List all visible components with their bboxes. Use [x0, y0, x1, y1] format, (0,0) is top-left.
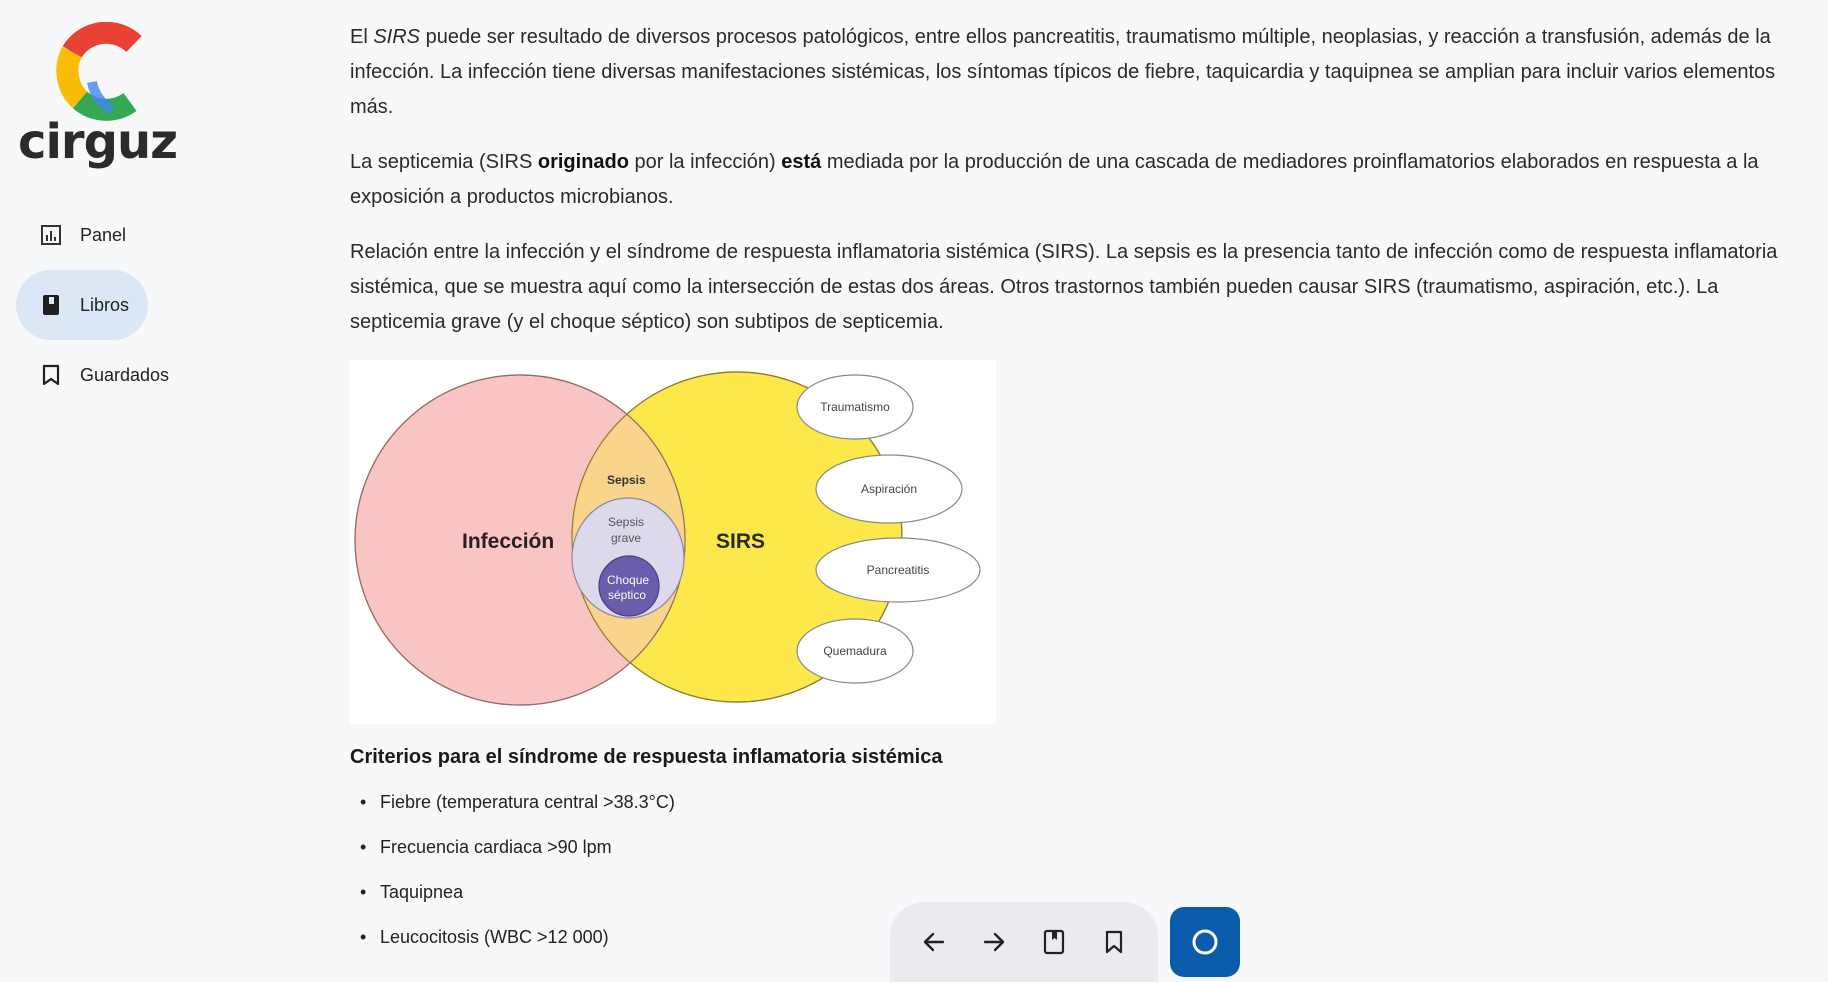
label-infeccion: Infección	[462, 530, 554, 553]
label-sepsis-grave-1: Sepsis	[608, 515, 644, 529]
bookmark-button[interactable]	[1092, 920, 1136, 964]
list-item: Fiebre (temperatura central >38.3°C)	[350, 789, 1790, 834]
cause-pancreatitis-label: Pancreatitis	[867, 563, 930, 577]
next-page-button[interactable]	[972, 920, 1016, 964]
previous-page-button[interactable]	[912, 920, 956, 964]
sidebar-nav: Panel Libros Guardados	[16, 200, 193, 410]
venn-diagram-figure: Infección SIRS Sepsis Sepsis grave Choqu…	[350, 360, 996, 724]
label-choque-1: Choque	[607, 573, 649, 587]
cause-quemadura-label: Quemadura	[823, 644, 887, 658]
sidebar-item-libros[interactable]: Libros	[16, 270, 148, 340]
assistant-fab-button[interactable]	[1170, 907, 1240, 977]
sirs-italic: SIRS	[373, 26, 421, 48]
circle-icon	[1192, 929, 1218, 955]
sidebar-item-label: Guardados	[80, 364, 170, 385]
list-item: Frecuencia cardiaca >90 lpm	[350, 834, 1790, 879]
bookmark-icon	[1105, 930, 1123, 954]
chart-icon	[40, 224, 62, 246]
criteria-heading: Criterios para el síndrome de respuesta …	[350, 746, 943, 768]
cause-traumatismo-label: Traumatismo	[820, 400, 890, 414]
arrow-left-icon	[923, 932, 945, 952]
bookmark-icon	[40, 364, 62, 386]
label-choque-2: séptico	[608, 588, 646, 602]
logo-text: cirguz	[18, 114, 178, 170]
label-sepsis: Sepsis	[607, 473, 646, 487]
paragraph-septicemia: La septicemia (SIRS originado por la inf…	[350, 151, 1759, 208]
logo[interactable]: cirguz	[18, 22, 178, 182]
cause-aspiracion-label: Aspiración	[861, 482, 917, 496]
logo-mark-icon	[56, 22, 142, 121]
reader-toolbar	[890, 902, 1158, 982]
paragraph-sirs-causes: El SIRS puede ser resultado de diversos …	[350, 26, 1776, 118]
sidebar-item-guardados[interactable]: Guardados	[16, 340, 193, 410]
sidebar-item-panel[interactable]: Panel	[16, 200, 193, 270]
reader-content: El SIRS puede ser resultado de diversos …	[350, 20, 1790, 969]
sidebar-item-label: Libros	[80, 294, 130, 315]
book-icon	[1043, 929, 1065, 955]
venn-diagram: Infección SIRS Sepsis Sepsis grave Choqu…	[354, 371, 981, 706]
label-sepsis-grave-2: grave	[611, 531, 641, 545]
paragraph-relation: Relación entre la infección y el síndrom…	[350, 241, 1778, 333]
label-sirs: SIRS	[716, 530, 765, 553]
table-of-contents-button[interactable]	[1032, 920, 1076, 964]
sidebar: cirguz Panel Libros Guardados	[0, 0, 300, 982]
arrow-right-icon	[983, 932, 1005, 952]
sidebar-item-label: Panel	[80, 224, 127, 245]
book-icon	[40, 294, 62, 316]
